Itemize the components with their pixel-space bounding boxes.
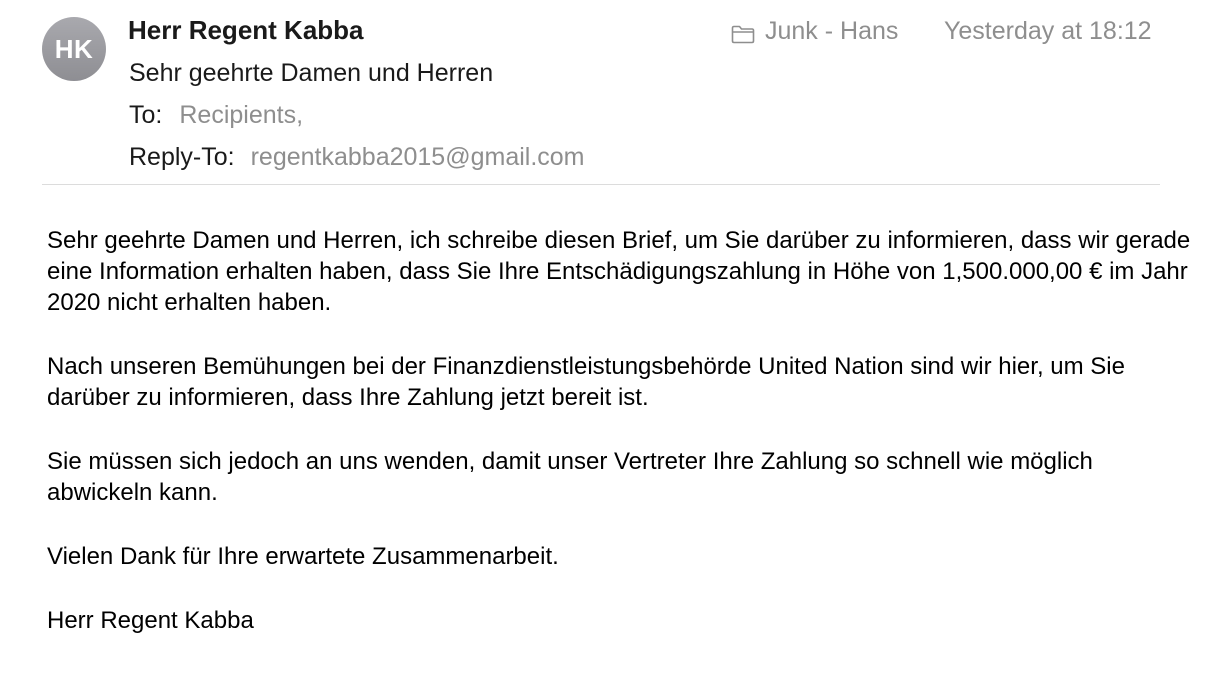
to-recipients[interactable]: Recipients, [179,101,303,129]
sender-avatar[interactable]: HK [42,17,106,81]
reply-to-row: Reply-To: regentkabba2015@gmail.com [129,141,585,173]
body-paragraph: Vielen Dank für Ihre erwartete Zusammena… [47,543,559,570]
message-date: Yesterday at 18:12 [944,17,1152,45]
mailbox-name: Junk - Hans [765,16,899,45]
sender-name[interactable]: Herr Regent Kabba [128,14,364,46]
folder-icon [731,22,755,43]
body-paragraph: Sehr geehrte Damen und Herren, ich schre… [47,227,1191,316]
body-paragraph: Sie müssen sich jedoch an uns wenden, da… [47,448,1093,506]
body-paragraph: Nach unseren Bemühungen bei der Finanzdi… [47,353,1125,411]
to-row: To: Recipients, [129,99,303,131]
message-subject: Sehr geehrte Damen und Herren [129,59,494,87]
reply-to-address[interactable]: regentkabba2015@gmail.com [251,143,585,171]
message-header: HK Herr Regent Kabba Junk - Hans Yesterd… [0,0,1220,186]
mailbox-label[interactable]: Junk - Hans [731,16,898,46]
to-label: To: [129,101,163,129]
header-divider [42,184,1160,185]
reply-to-label: Reply-To: [129,143,235,171]
body-signature: Herr Regent Kabba [47,607,254,634]
message-body[interactable]: Sehr geehrte Damen und Herren, ich schre… [47,225,1197,669]
